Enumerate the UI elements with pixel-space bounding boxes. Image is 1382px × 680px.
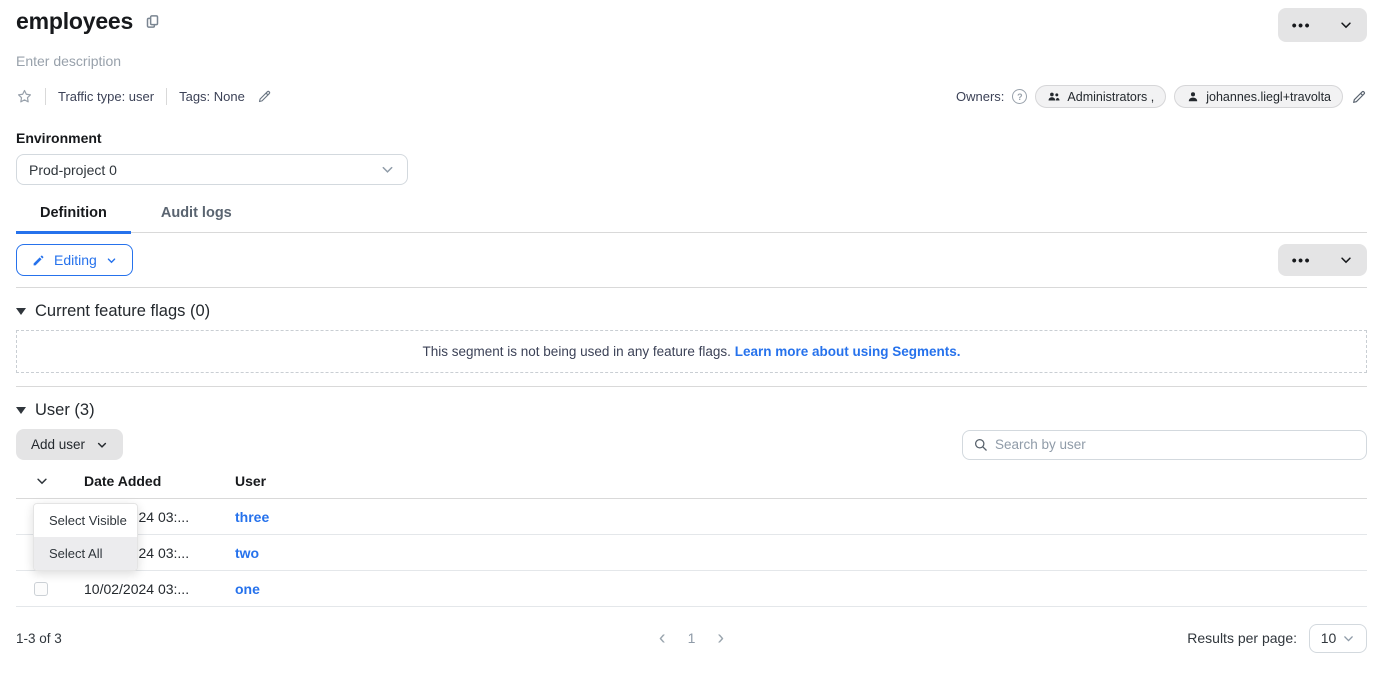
star-icon[interactable] — [16, 88, 33, 105]
user-search-box — [962, 430, 1367, 460]
chevron-down-icon — [106, 255, 117, 266]
environment-select[interactable]: Prod-project 0 — [16, 154, 408, 185]
menu-item-select-all[interactable]: Select All — [34, 537, 137, 570]
owner-pill-administrators[interactable]: Administrators , — [1035, 85, 1166, 108]
user-link[interactable]: two — [235, 545, 1367, 561]
menu-item-select-visible[interactable]: Select Visible — [34, 504, 137, 537]
user-section-heading: User (3) — [35, 401, 95, 420]
results-per-page-select[interactable]: 10 — [1309, 624, 1367, 653]
segment-actions-group: ••• — [1278, 8, 1367, 42]
divider — [45, 88, 46, 105]
select-dropdown-menu: Select Visible Select All — [33, 503, 138, 571]
table-row: 10/02/2024 03:... three — [16, 499, 1367, 535]
copy-icon[interactable] — [145, 14, 160, 29]
tab-audit-logs[interactable]: Audit logs — [147, 205, 246, 232]
ellipsis-icon: ••• — [1292, 253, 1311, 267]
results-per-page: Results per page: 10 — [1187, 624, 1367, 653]
tab-bar: Definition Audit logs — [16, 205, 1367, 233]
owners-label: Owners: — [956, 89, 1004, 104]
user-controls-row: Add user — [16, 429, 1367, 460]
divider — [16, 386, 1367, 387]
pager: ‹ 1 › — [659, 628, 724, 648]
environment-block: Environment Prod-project 0 — [16, 130, 1367, 185]
row-checkbox[interactable] — [34, 582, 48, 596]
feature-flags-empty-state: This segment is not being used in any fe… — [16, 330, 1367, 373]
tab-definition[interactable]: Definition — [16, 205, 131, 232]
learn-more-link[interactable]: Learn more about using Segments. — [735, 344, 961, 359]
traffic-type-label: Traffic type: user — [58, 89, 154, 104]
search-input[interactable] — [995, 437, 1356, 452]
editing-button[interactable]: Editing — [16, 244, 133, 276]
column-header-date-added: Date Added — [84, 473, 235, 489]
owner-pill-label: Administrators , — [1067, 90, 1154, 104]
environment-selected-value: Prod-project 0 — [29, 162, 117, 178]
environment-label: Environment — [16, 130, 1367, 146]
row-date: 10/02/2024 03:... — [84, 581, 235, 597]
results-per-page-value: 10 — [1321, 630, 1337, 646]
prev-page-icon[interactable]: ‹ — [659, 628, 666, 648]
divider — [16, 287, 1367, 288]
caret-down-icon — [16, 407, 26, 414]
actions-chevron-button[interactable] — [1325, 8, 1367, 42]
select-menu-chevron-button[interactable] — [35, 474, 84, 488]
next-page-icon[interactable]: › — [717, 628, 724, 648]
chevron-down-icon — [1342, 632, 1355, 645]
page-title: employees — [16, 8, 133, 35]
add-user-button[interactable]: Add user — [16, 429, 123, 460]
results-summary: 1-3 of 3 — [16, 631, 62, 646]
user-link[interactable]: one — [235, 581, 1367, 597]
definition-more-actions-button[interactable]: ••• — [1278, 244, 1325, 276]
edit-tags-pencil-icon[interactable] — [257, 89, 272, 104]
pencil-icon — [32, 254, 45, 267]
owner-pill-user[interactable]: johannes.liegl+travolta — [1174, 85, 1343, 108]
divider — [166, 88, 167, 105]
segment-detail-page: employees ••• Enter description — [0, 0, 1382, 654]
user-link[interactable]: three — [235, 509, 1367, 525]
user-section-toggle[interactable]: User (3) — [16, 401, 1367, 420]
person-icon — [1186, 90, 1200, 104]
search-icon — [973, 437, 988, 452]
editing-button-label: Editing — [54, 252, 97, 268]
definition-actions-group: ••• — [1278, 244, 1367, 276]
owner-pill-label: johannes.liegl+travolta — [1206, 90, 1331, 104]
chevron-down-icon — [96, 439, 108, 451]
table-row: 10/02/2024 03:... two — [16, 535, 1367, 571]
add-user-label: Add user — [31, 437, 85, 452]
help-icon[interactable]: ? — [1012, 89, 1027, 104]
title-row: employees ••• — [16, 8, 1367, 42]
chevron-down-icon — [1339, 18, 1353, 32]
table-header-row: Date Added User — [16, 473, 1367, 499]
group-icon — [1047, 90, 1061, 104]
editing-actions-row: Editing ••• — [16, 244, 1367, 276]
ellipsis-icon: ••• — [1292, 18, 1311, 32]
column-header-user: User — [235, 473, 1367, 489]
edit-owners-pencil-icon[interactable] — [1351, 89, 1367, 105]
pagination-footer: 1-3 of 3 ‹ 1 › Results per page: 10 — [16, 622, 1367, 654]
chevron-down-icon — [1339, 253, 1353, 267]
caret-down-icon — [16, 308, 26, 315]
results-per-page-label: Results per page: — [1187, 630, 1297, 646]
current-page-number[interactable]: 1 — [688, 630, 696, 646]
tags-label: Tags: None — [179, 89, 245, 104]
definition-actions-chevron-button[interactable] — [1325, 244, 1367, 276]
meta-row: Traffic type: user Tags: None Owners: ? — [16, 85, 1367, 108]
empty-state-text: This segment is not being used in any fe… — [423, 344, 731, 359]
more-actions-button[interactable]: ••• — [1278, 8, 1325, 42]
description-placeholder[interactable]: Enter description — [16, 53, 1367, 69]
table-row: 10/02/2024 03:... one — [16, 571, 1367, 607]
user-table: Date Added User 10/02/2024 03:... three … — [16, 473, 1367, 607]
feature-flags-heading: Current feature flags (0) — [35, 302, 210, 321]
chevron-down-icon — [380, 162, 395, 177]
feature-flags-section-toggle[interactable]: Current feature flags (0) — [16, 302, 1367, 321]
